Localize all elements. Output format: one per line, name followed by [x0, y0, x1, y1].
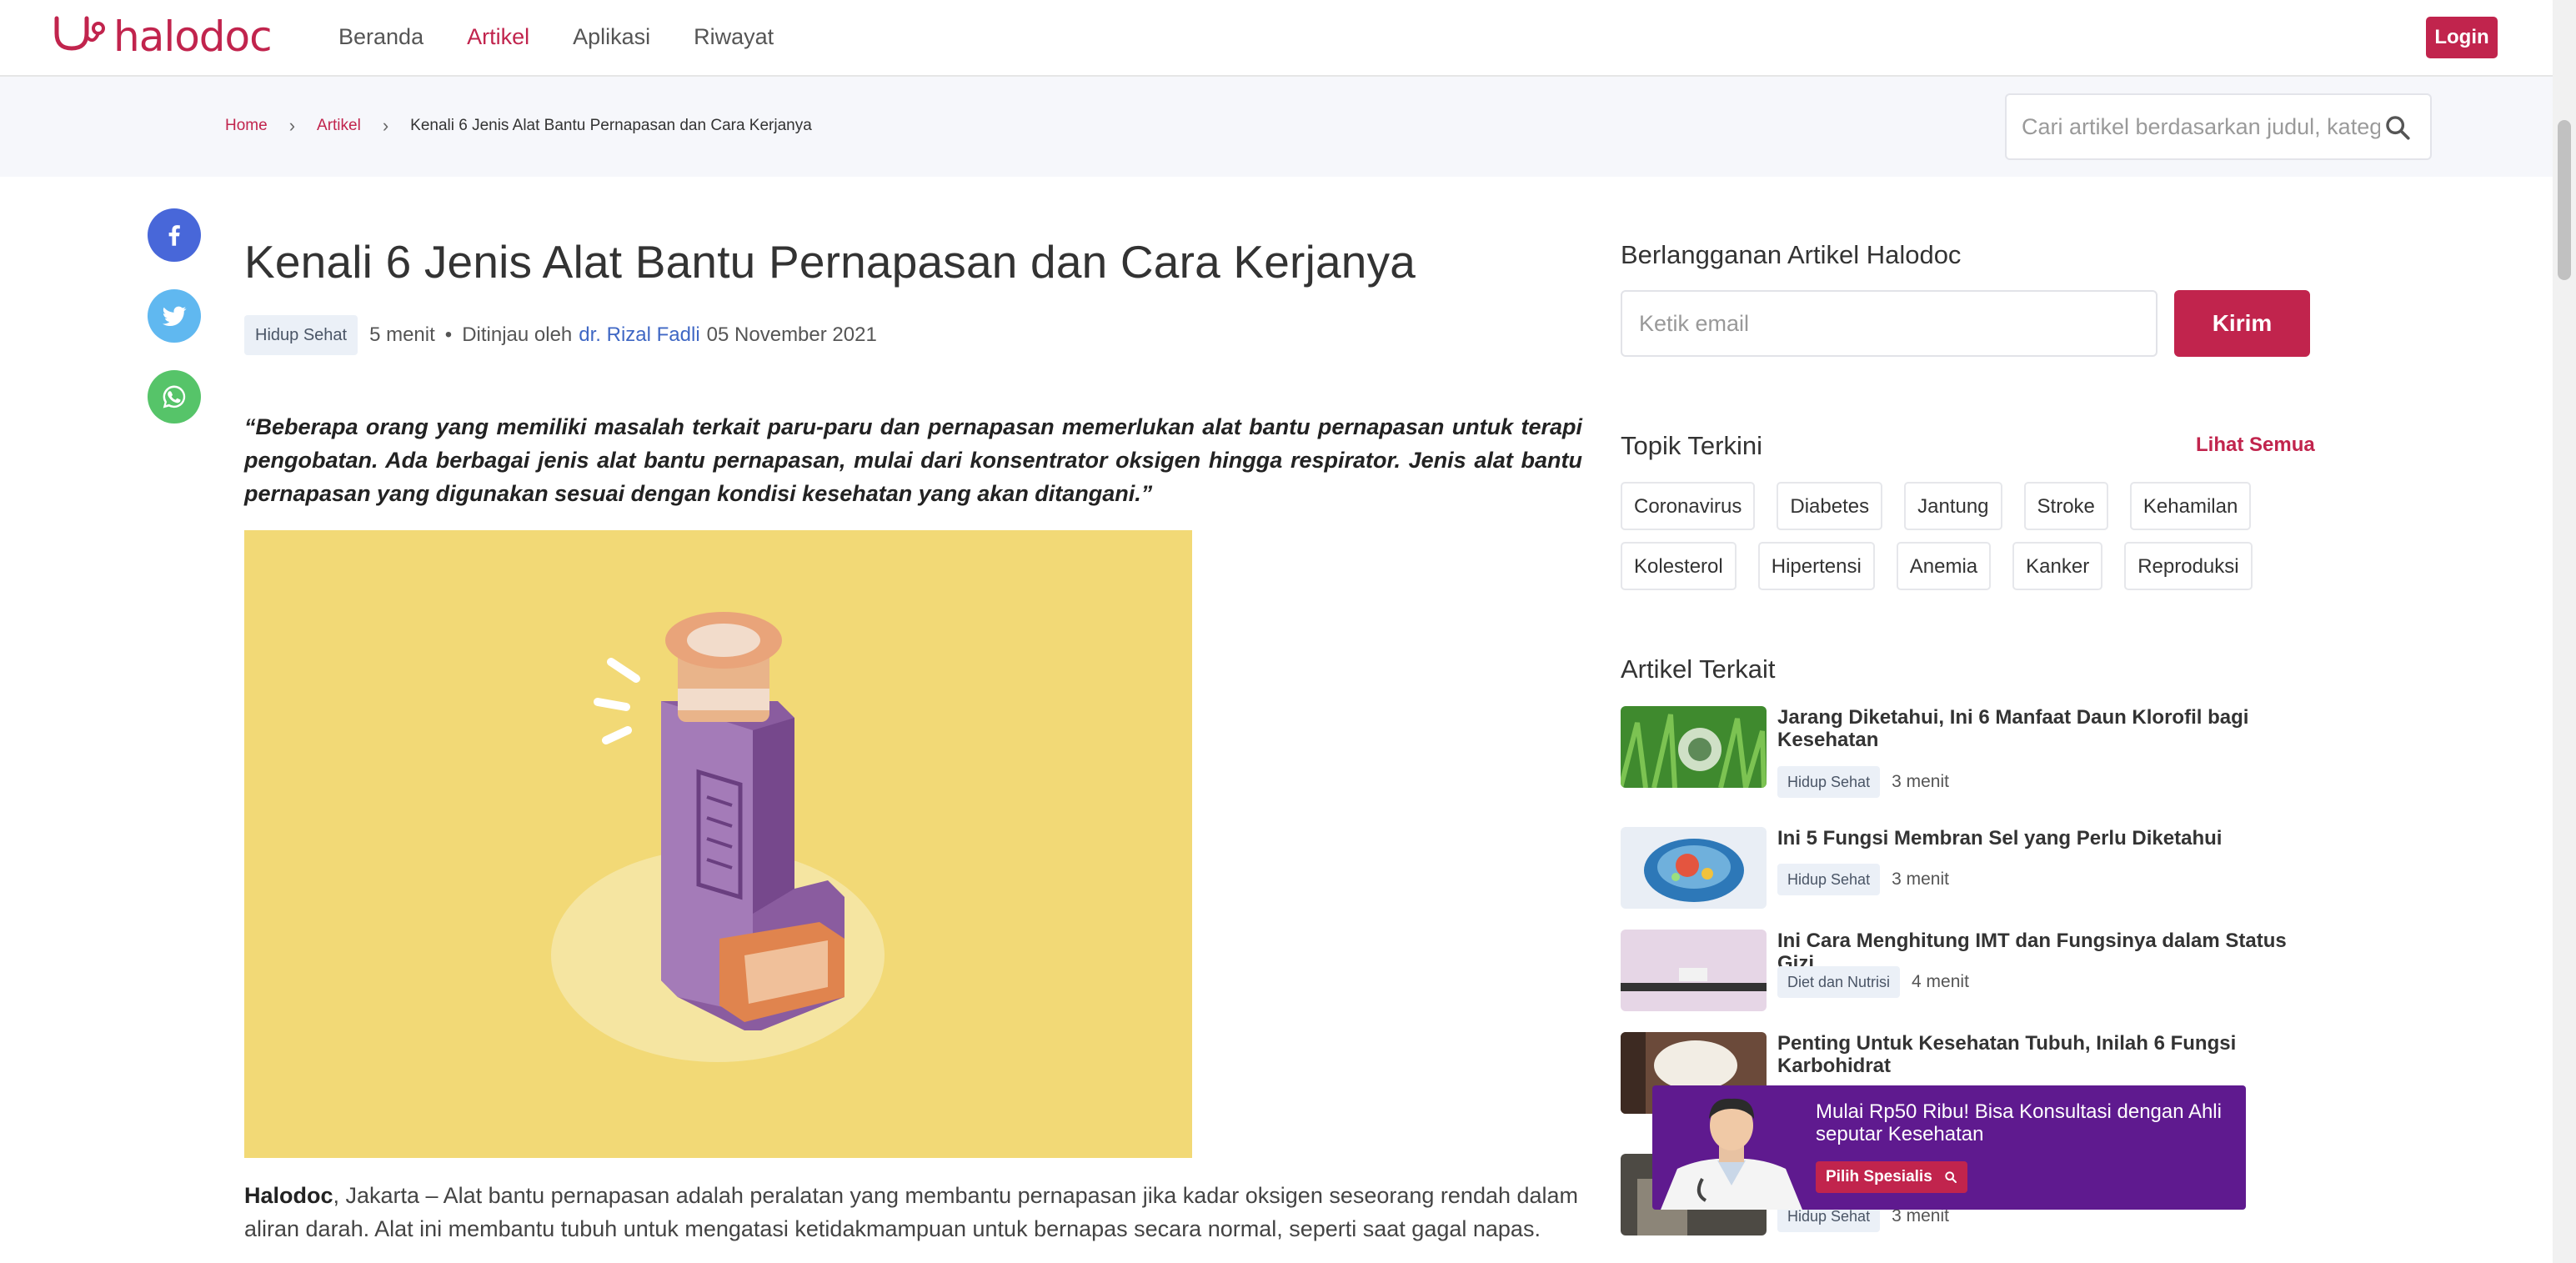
related-article-tag[interactable]: Hidup Sehat — [1777, 864, 1881, 895]
article-category-tag[interactable]: Hidup Sehat — [244, 315, 358, 355]
choose-specialist-button[interactable]: Pilih Spesialis — [1816, 1161, 1967, 1193]
topic-chip[interactable]: Kehamilan — [2129, 482, 2252, 530]
nav-riwayat[interactable]: Riwayat — [694, 20, 774, 53]
topic-chip[interactable]: Kanker — [2012, 542, 2103, 590]
article-search — [2005, 93, 2432, 160]
related-read-time: 3 menit — [1892, 870, 1949, 889]
article-title: Kenali 6 Jenis Alat Bantu Pernapasan dan… — [244, 236, 1416, 288]
topic-chip[interactable]: Kolesterol — [1621, 542, 1737, 590]
share-whatsapp-button[interactable] — [148, 370, 201, 424]
related-thumbnail[interactable] — [1621, 706, 1767, 788]
related-read-time: 4 menit — [1912, 972, 1969, 991]
topic-chip[interactable]: Diabetes — [1777, 482, 1883, 530]
read-time: 5 menit — [369, 323, 435, 346]
related-article-title[interactable]: Jarang Diketahui, Ini 6 Manfaat Daun Klo… — [1777, 706, 2311, 751]
body-lead-brand: Halodoc — [244, 1183, 333, 1208]
related-article-item[interactable]: Ini Cara Menghitung IMT dan Fungsinya da… — [1621, 930, 2321, 1013]
related-article-item[interactable]: Ini 5 Fungsi Membran Sel yang Perlu Dike… — [1621, 827, 2321, 910]
topic-chip[interactable]: Jantung — [1904, 482, 2002, 530]
article-body-paragraph: Halodoc, Jakarta – Alat bantu pernapasan… — [244, 1179, 1582, 1245]
facebook-icon — [168, 225, 180, 246]
topics-title: Topik Terkini — [1621, 431, 1763, 460]
inhaler-illustration — [551, 612, 885, 1062]
promo-text: Mulai Rp50 Ribu! Bisa Konsultasi dengan … — [1816, 1100, 2222, 1145]
share-facebook-button[interactable] — [148, 208, 201, 262]
breadcrumb-home[interactable]: Home — [225, 117, 268, 135]
reviewed-by-label: Ditinjau oleh — [462, 323, 573, 346]
related-thumbnail[interactable] — [1621, 930, 1767, 1011]
search-input[interactable] — [2022, 110, 2380, 143]
topic-chip[interactable]: Coronavirus — [1621, 482, 1756, 530]
article-meta: Hidup Sehat 5 menit • Ditinjau oleh dr. … — [244, 315, 877, 355]
related-article-meta: Hidup Sehat 3 menit — [1777, 766, 1949, 798]
related-article-title[interactable]: Ini 5 Fungsi Membran Sel yang Perlu Dike… — [1777, 827, 2311, 850]
article-summary-quote: “Beberapa orang yang memiliki masalah te… — [244, 414, 1582, 506]
topic-chips: Coronavirus Diabetes Jantung Stroke Keha… — [1621, 482, 2321, 602]
stethoscope-logo-icon — [54, 16, 105, 51]
breadcrumb-bar: Home › Artikel › Kenali 6 Jenis Alat Ban… — [0, 77, 2553, 177]
nav-beranda[interactable]: Beranda — [338, 20, 423, 53]
reviewer-link[interactable]: dr. Rizal Fadli — [579, 323, 699, 347]
consultation-promo-banner[interactable]: Mulai Rp50 Ribu! Bisa Konsultasi dengan … — [1652, 1085, 2246, 1210]
search-icon[interactable] — [2383, 113, 2412, 142]
doctor-illustration — [1661, 1098, 1802, 1210]
whatsapp-icon — [163, 385, 186, 408]
page-scrollbar[interactable] — [2553, 77, 2576, 1263]
chevron-right-icon: › — [382, 115, 389, 136]
topic-chip[interactable]: Stroke — [2023, 482, 2108, 530]
body-text: , Jakarta – Alat bantu pernapasan adalah… — [244, 1183, 1579, 1241]
logo-text: halodoc — [113, 13, 273, 61]
nav-artikel[interactable]: Artikel — [467, 20, 529, 53]
topic-chip[interactable]: Anemia — [1896, 542, 1992, 590]
topic-chip[interactable]: Hipertensi — [1757, 542, 1875, 590]
breadcrumb: Home › Artikel › Kenali 6 Jenis Alat Ban… — [225, 115, 812, 137]
related-thumbnail[interactable] — [1621, 827, 1767, 909]
email-field[interactable] — [1621, 290, 2158, 357]
related-article-tag[interactable]: Diet dan Nutrisi — [1777, 966, 1901, 998]
related-articles-title: Artikel Terkait — [1621, 654, 1776, 684]
halodoc-logo[interactable]: halodoc — [52, 12, 273, 62]
related-article-meta: Diet dan Nutrisi 4 menit — [1777, 966, 1969, 998]
share-twitter-button[interactable] — [148, 289, 201, 343]
related-article-tag[interactable]: Hidup Sehat — [1777, 766, 1881, 798]
topic-row: Coronavirus Diabetes Jantung Stroke Keha… — [1621, 482, 2321, 530]
breadcrumb-current: Kenali 6 Jenis Alat Bantu Pernapasan dan… — [410, 117, 812, 134]
chevron-right-icon: › — [288, 115, 296, 136]
login-button[interactable]: Login — [2426, 17, 2498, 58]
main-nav: Beranda Artikel Aplikasi Riwayat — [338, 20, 817, 53]
related-article-meta: Hidup Sehat 3 menit — [1777, 864, 1949, 895]
publish-date: 05 November 2021 — [706, 323, 877, 346]
related-article-item[interactable]: Jarang Diketahui, Ini 6 Manfaat Daun Klo… — [1621, 706, 2321, 798]
topic-row: Kolesterol Hipertensi Anemia Kanker Repr… — [1621, 542, 2321, 590]
scrollbar-top — [2553, 0, 2576, 77]
meta-separator: • — [444, 323, 453, 346]
search-icon — [1945, 1171, 1957, 1183]
related-read-time: 3 menit — [1892, 772, 1949, 791]
choose-specialist-label: Pilih Spesialis — [1826, 1168, 1932, 1185]
scrollbar-thumb[interactable] — [2558, 120, 2571, 280]
related-article-title[interactable]: Penting Untuk Kesehatan Tubuh, Inilah 6 … — [1777, 1032, 2311, 1077]
topic-chip[interactable]: Reproduksi — [2124, 542, 2253, 590]
nav-aplikasi[interactable]: Aplikasi — [573, 20, 650, 53]
article-hero-image — [244, 530, 1192, 1158]
subscribe-submit-button[interactable]: Kirim — [2174, 290, 2310, 357]
twitter-icon — [162, 306, 187, 327]
see-all-topics-link[interactable]: Lihat Semua — [2196, 434, 2315, 457]
subscribe-title: Berlangganan Artikel Halodoc — [1621, 240, 1962, 269]
breadcrumb-artikel[interactable]: Artikel — [317, 117, 361, 135]
top-header: halodoc Beranda Artikel Aplikasi Riwayat… — [0, 0, 2576, 77]
